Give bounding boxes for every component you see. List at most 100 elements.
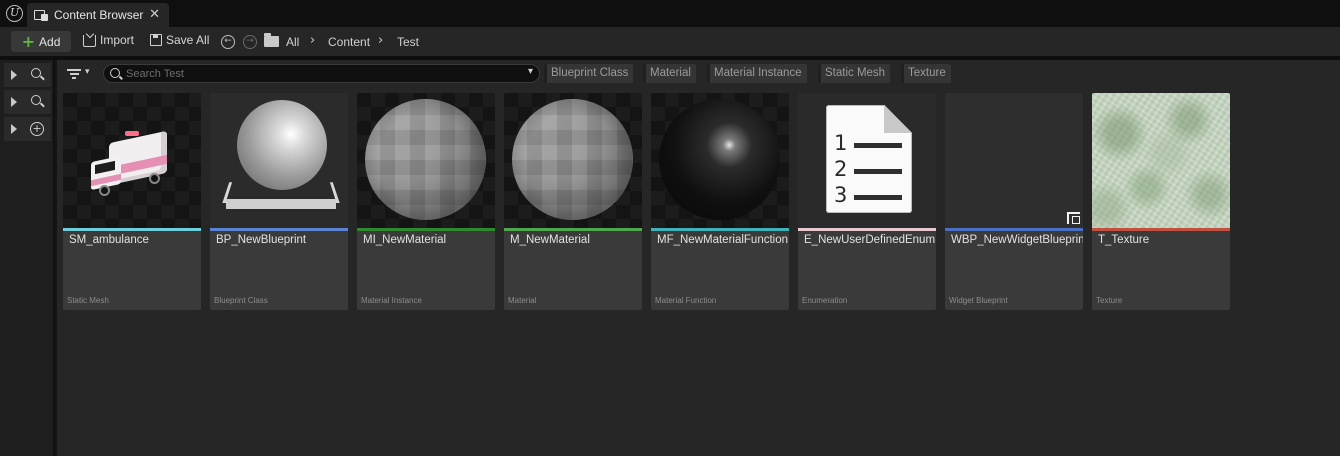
filter-chip-static-mesh[interactable]: Static Mesh: [818, 64, 891, 83]
asset-thumbnail: [651, 93, 789, 228]
filter-chip-material[interactable]: Material: [643, 64, 696, 83]
asset-type: Static Mesh: [67, 296, 109, 305]
filter-chip-blueprint-class[interactable]: Blueprint Class: [544, 64, 634, 83]
asset-type: Material Instance: [361, 296, 422, 305]
expand-arrow-icon[interactable]: [11, 124, 17, 134]
expand-arrow-icon[interactable]: [11, 70, 17, 80]
breadcrumb-chevron-icon[interactable]: ›: [310, 33, 315, 48]
asset-thumbnail: 1 2 3: [798, 93, 936, 228]
breadcrumb-chevron-icon[interactable]: ›: [378, 33, 383, 48]
asset-name: SM_ambulance: [69, 234, 149, 246]
asset-type-color-bar: [63, 228, 201, 231]
texture-preview: [1092, 93, 1230, 228]
add-button[interactable]: + Add: [11, 31, 71, 52]
search-input[interactable]: [126, 66, 516, 81]
material-function-sphere-icon: [659, 99, 780, 220]
chevron-down-icon[interactable]: ▾: [85, 67, 90, 77]
asset-tile[interactable]: MI_NewMaterial Material Instance: [357, 93, 495, 310]
material-sphere-icon: [512, 99, 633, 220]
enum-number: 1: [834, 131, 848, 155]
asset-tile[interactable]: BP_NewBlueprint Blueprint Class: [210, 93, 348, 310]
sources-sidebar: +: [0, 60, 55, 456]
widget-blueprint-icon: [1067, 212, 1080, 224]
asset-thumbnail: [210, 93, 348, 228]
asset-type: Texture: [1096, 296, 1123, 305]
forward-arrow-icon[interactable]: →: [243, 35, 257, 49]
breadcrumb-content[interactable]: Content: [328, 35, 370, 49]
asset-tile[interactable]: MF_NewMaterialFunction Material Function: [651, 93, 789, 310]
asset-type: Widget Blueprint: [949, 296, 1008, 305]
enum-line: [854, 143, 902, 148]
close-icon[interactable]: ✕: [149, 7, 160, 22]
asset-view: ▾ ▾ Blueprint Class Material Material In…: [57, 60, 1340, 456]
asset-type-color-bar: [945, 228, 1083, 231]
asset-name: BP_NewBlueprint: [216, 234, 307, 246]
enum-number: 3: [834, 183, 848, 207]
sidebar-row-add[interactable]: +: [4, 117, 51, 141]
asset-type: Material Function: [655, 296, 717, 305]
asset-name: MI_NewMaterial: [363, 234, 447, 246]
import-button-label: Import: [100, 33, 135, 47]
asset-tile[interactable]: T_Texture Texture: [1092, 93, 1230, 310]
search-icon[interactable]: [31, 68, 41, 78]
search-icon: [110, 68, 120, 78]
asset-thumbnail: [504, 93, 642, 228]
import-button[interactable]: Import: [83, 33, 134, 47]
save-all-button[interactable]: Save All: [150, 33, 209, 47]
sidebar-row-search-1[interactable]: [4, 63, 51, 87]
asset-type-color-bar: [357, 228, 495, 231]
tab-title: Content Browser: [54, 8, 144, 22]
asset-thumbnail: [357, 93, 495, 228]
asset-type: Enumeration: [802, 296, 848, 305]
ambulance-mesh-icon: [85, 130, 175, 206]
asset-type-color-bar: [504, 228, 642, 231]
asset-thumbnail: [1092, 93, 1230, 228]
asset-tile[interactable]: WBP_NewWidgetBlueprint Widget Blueprint: [945, 93, 1083, 310]
import-icon: [83, 35, 96, 47]
plus-icon: +: [21, 31, 36, 51]
document-fold-icon: [884, 105, 912, 133]
enum-line: [854, 169, 902, 174]
asset-type-color-bar: [798, 228, 936, 231]
enum-line: [854, 195, 902, 200]
expand-arrow-icon[interactable]: [11, 97, 17, 107]
chevron-down-icon[interactable]: ▾: [528, 66, 533, 77]
blueprint-sphere-icon: [237, 100, 327, 190]
breadcrumb-all[interactable]: All: [286, 35, 299, 49]
save-icon: [150, 34, 162, 46]
breadcrumb-test[interactable]: Test: [397, 35, 419, 49]
back-arrow-icon[interactable]: ←: [221, 35, 235, 49]
asset-type-color-bar: [1092, 228, 1230, 231]
sidebar-row-search-2[interactable]: [4, 90, 51, 114]
asset-name: WBP_NewWidgetBlueprint: [951, 234, 1083, 246]
asset-tile[interactable]: M_NewMaterial Material: [504, 93, 642, 310]
save-all-button-label: Save All: [166, 33, 210, 47]
asset-type: Blueprint Class: [214, 296, 268, 305]
material-sphere-icon: [365, 99, 486, 220]
asset-thumbnail: [63, 93, 201, 228]
search-box[interactable]: ▾: [103, 64, 540, 83]
asset-name: M_NewMaterial: [510, 234, 590, 246]
asset-thumbnail: [945, 93, 1083, 228]
asset-tile[interactable]: SM_ambulance Static Mesh: [63, 93, 201, 310]
tab-strip: Content Browser ✕: [0, 0, 1340, 27]
tab-content-browser[interactable]: Content Browser ✕: [27, 3, 169, 27]
search-icon[interactable]: [31, 95, 41, 105]
asset-name: MF_NewMaterialFunction: [657, 234, 789, 246]
unreal-logo-icon: [6, 5, 23, 22]
add-button-label: Add: [39, 34, 61, 49]
asset-name: T_Texture: [1098, 234, 1150, 246]
asset-name: E_NewUserDefinedEnum: [804, 234, 936, 246]
filter-chip-texture[interactable]: Texture: [901, 64, 951, 83]
asset-type-color-bar: [651, 228, 789, 231]
asset-type: Material: [508, 296, 537, 305]
filter-chip-material-instance[interactable]: Material Instance: [707, 64, 807, 83]
toolbar: + Add Import Save All ← → All › Content …: [0, 27, 1340, 56]
asset-type-color-bar: [210, 228, 348, 231]
content-browser-icon: [34, 9, 48, 21]
filter-icon[interactable]: [67, 69, 81, 79]
add-circle-icon[interactable]: +: [30, 122, 44, 136]
enum-number: 2: [834, 157, 848, 181]
folder-icon[interactable]: [264, 33, 279, 47]
asset-tile[interactable]: 1 2 3 E_NewUserDefinedEnum Enumeration: [798, 93, 936, 310]
